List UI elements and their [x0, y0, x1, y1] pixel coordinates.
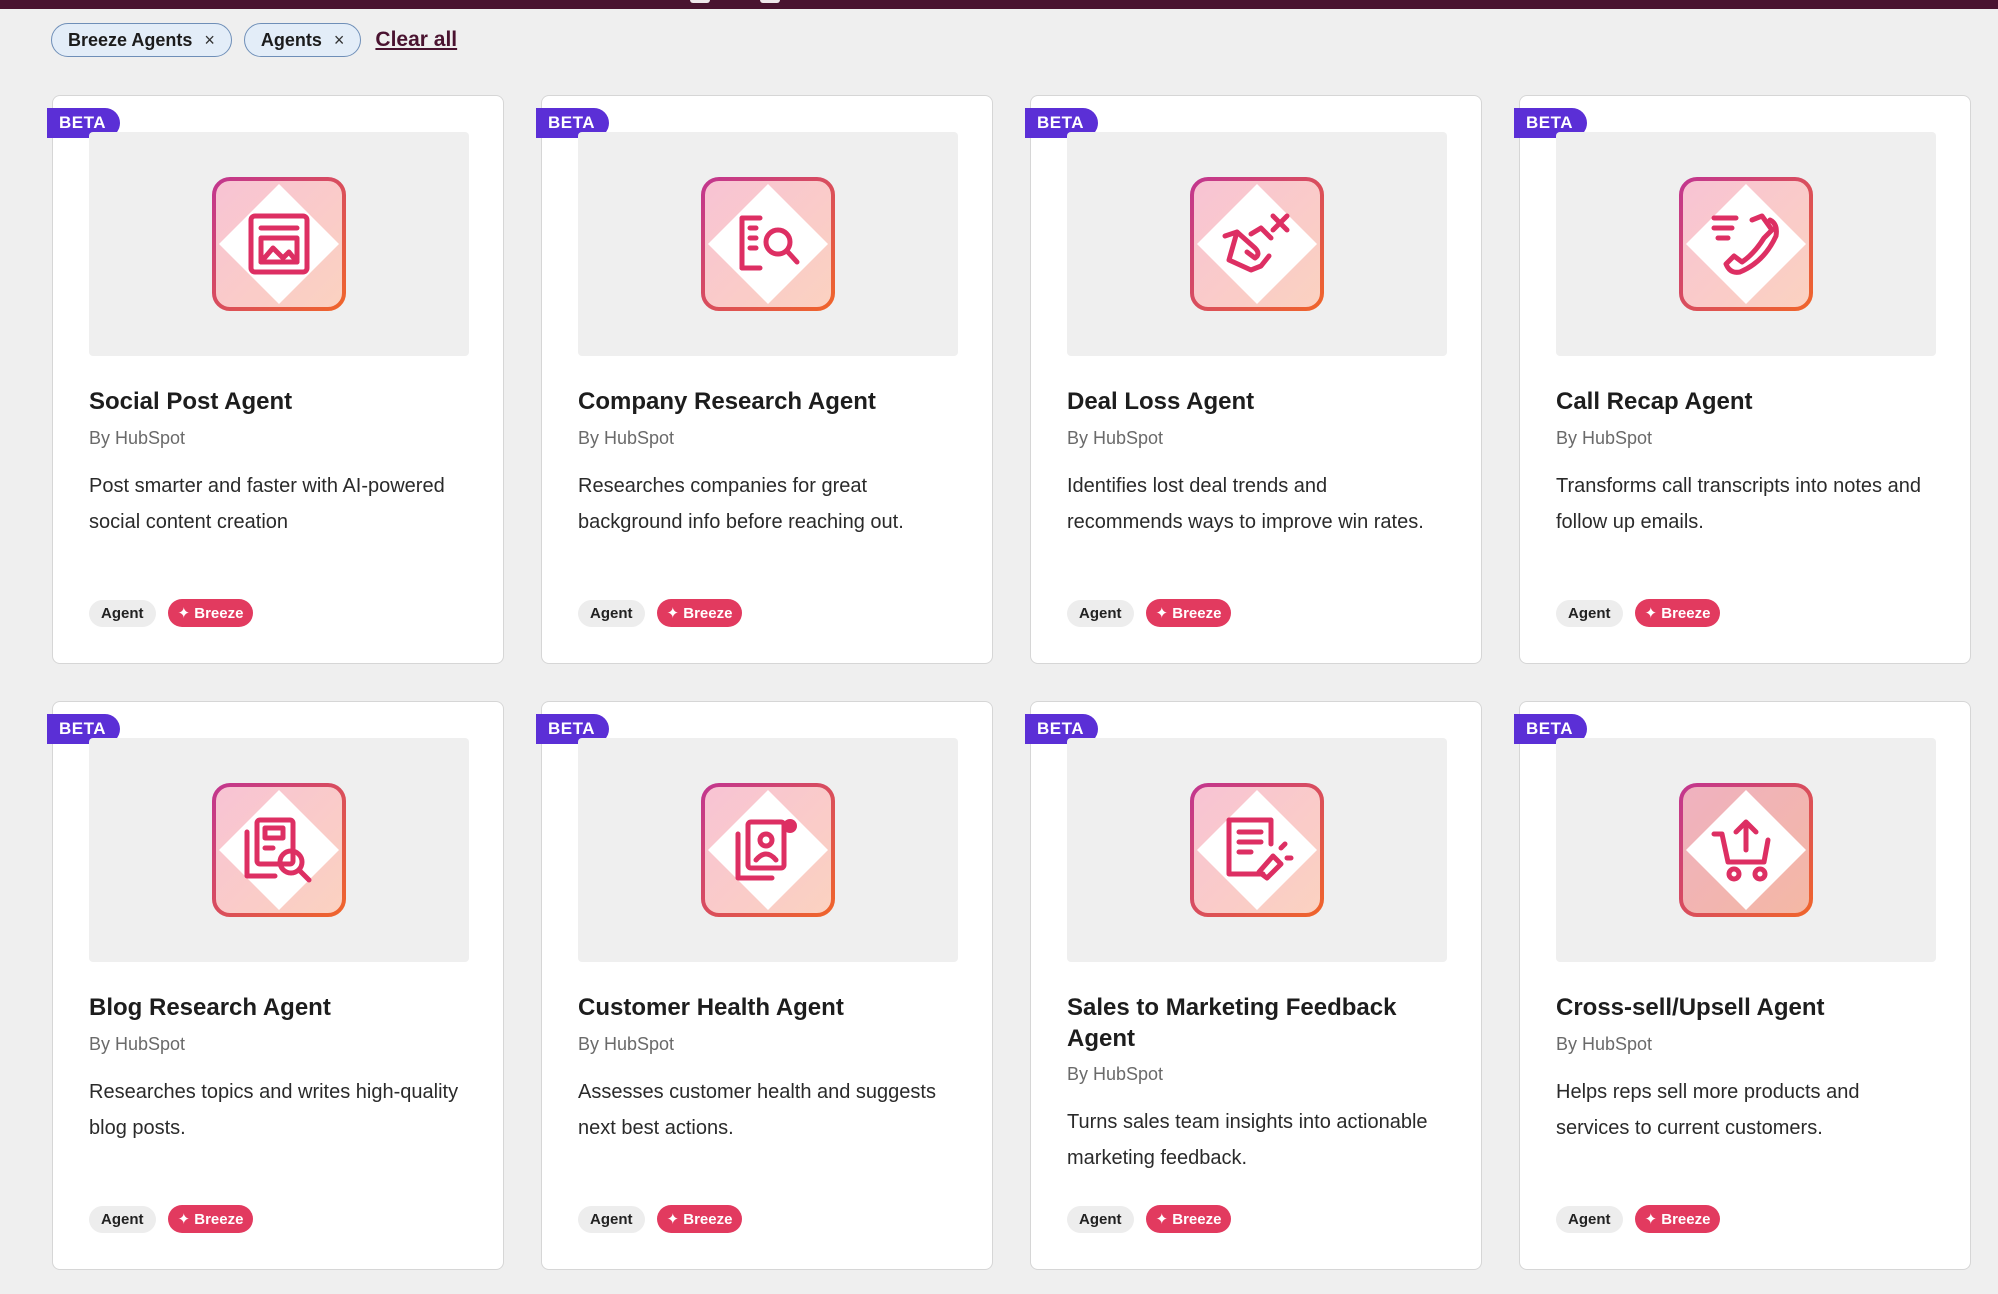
agent-title[interactable]: Cross-sell/Upsell Agent	[1556, 992, 1940, 1023]
agent-description: Turns sales team insights into actionabl…	[1067, 1111, 1428, 1169]
tag-breeze: ✦ Breeze	[1145, 599, 1232, 627]
agent-card-blog-research[interactable]: BETA Blog Research Agent By HubSpot Rese…	[47, 701, 504, 1270]
agent-tags: Agent ✦ Breeze	[578, 599, 743, 627]
tag-agent: Agent	[1556, 599, 1623, 627]
tag-breeze: ✦ Breeze	[656, 1205, 743, 1233]
agent-thumbnail	[1556, 738, 1936, 962]
tag-breeze: ✦ Breeze	[656, 599, 743, 627]
agent-card-call-recap[interactable]: BETA Call Recap Agent By HubSpot Transfo…	[1514, 95, 1971, 664]
agent-tags: Agent ✦ Breeze	[1556, 1205, 1721, 1233]
agent-tags: Agent ✦ Breeze	[1067, 1205, 1232, 1233]
agent-thumbnail	[1067, 738, 1447, 962]
tag-agent: Agent	[1067, 599, 1134, 627]
agent-author: By HubSpot	[1556, 428, 1653, 448]
filter-chip-breeze-agents[interactable]: Breeze Agents ×	[51, 23, 232, 57]
call-recap-phone-icon	[1679, 177, 1813, 311]
agent-title[interactable]: Sales to Marketing Feedback Agent	[1067, 992, 1451, 1054]
agent-author: By HubSpot	[1067, 428, 1164, 448]
agent-card-grid: BETA Social Post Agent By HubSpot Post s…	[47, 95, 1971, 1270]
agent-title[interactable]: Blog Research Agent	[89, 992, 473, 1023]
tag-breeze: ✦ Breeze	[1145, 1205, 1232, 1233]
filter-chip-agents[interactable]: Agents ×	[243, 23, 362, 57]
agent-tags: Agent ✦ Breeze	[89, 599, 254, 627]
agent-author: By HubSpot	[89, 428, 186, 448]
agent-title[interactable]: Call Recap Agent	[1556, 386, 1940, 417]
tag-breeze: ✦ Breeze	[1634, 599, 1721, 627]
remove-filter-icon[interactable]: ×	[204, 30, 215, 51]
agent-title[interactable]: Customer Health Agent	[578, 992, 962, 1023]
filter-bar: Breeze Agents × Agents × Clear all	[51, 22, 457, 58]
remove-filter-icon[interactable]: ×	[334, 30, 345, 51]
filter-chip-label: Agents	[260, 29, 322, 50]
cart-upsell-icon	[1679, 783, 1813, 917]
agent-card-sales-marketing-feedback[interactable]: BETA Sales to Marketing Feedback Agent B…	[1025, 701, 1482, 1270]
agent-thumbnail	[578, 738, 958, 962]
tag-agent: Agent	[1556, 1205, 1623, 1233]
top-nav-bar	[0, 0, 1998, 9]
agent-description: Helps reps sell more products and servic…	[1556, 1081, 1860, 1139]
nav-edge-mark	[760, 0, 780, 3]
agent-tags: Agent ✦ Breeze	[1556, 599, 1721, 627]
company-research-icon	[701, 177, 835, 311]
filter-chip-label: Breeze Agents	[68, 29, 193, 50]
agent-author: By HubSpot	[89, 1034, 186, 1054]
agent-card-social-post[interactable]: BETA Social Post Agent By HubSpot Post s…	[47, 95, 504, 664]
agent-card-cross-sell-upsell[interactable]: BETA Cross-sell/Upsell Agent By HubSpot …	[1514, 701, 1971, 1270]
social-post-icon	[212, 177, 346, 311]
tag-agent: Agent	[89, 599, 156, 627]
agent-description: Transforms call transcripts into notes a…	[1556, 475, 1921, 533]
agent-tags: Agent ✦ Breeze	[578, 1205, 743, 1233]
agent-card-deal-loss[interactable]: BETA Deal Loss Agent By HubSpot Identifi…	[1025, 95, 1482, 664]
agent-author: By HubSpot	[578, 428, 675, 448]
agent-card-customer-health[interactable]: BETA Customer Health Agent By HubSpot As…	[536, 701, 993, 1270]
agent-tags: Agent ✦ Breeze	[89, 1205, 254, 1233]
deal-loss-handshake-icon	[1190, 177, 1324, 311]
agent-author: By HubSpot	[1556, 1034, 1653, 1054]
tag-breeze: ✦ Breeze	[167, 1205, 254, 1233]
customer-health-icon	[701, 783, 835, 917]
agent-thumbnail	[1067, 132, 1447, 356]
agent-title[interactable]: Deal Loss Agent	[1067, 386, 1451, 417]
agent-author: By HubSpot	[1067, 1064, 1164, 1084]
blog-research-icon	[212, 783, 346, 917]
agent-description: Researches topics and writes high-qualit…	[89, 1081, 459, 1139]
agent-thumbnail	[578, 132, 958, 356]
agent-description: Identifies lost deal trends and recommen…	[1067, 475, 1424, 533]
agent-tags: Agent ✦ Breeze	[1067, 599, 1232, 627]
agent-title[interactable]: Social Post Agent	[89, 386, 473, 417]
sales-feedback-icon	[1190, 783, 1324, 917]
tag-agent: Agent	[1067, 1205, 1134, 1233]
tag-breeze: ✦ Breeze	[1634, 1205, 1721, 1233]
nav-edge-mark	[690, 0, 710, 3]
agent-thumbnail	[1556, 132, 1936, 356]
agent-thumbnail	[89, 738, 469, 962]
agent-author: By HubSpot	[578, 1034, 675, 1054]
agent-description: Post smarter and faster with AI-powered …	[89, 475, 445, 533]
agent-description: Assesses customer health and suggests ne…	[578, 1081, 936, 1139]
tag-breeze: ✦ Breeze	[167, 599, 254, 627]
tag-agent: Agent	[89, 1205, 156, 1233]
tag-agent: Agent	[578, 599, 645, 627]
clear-all-link[interactable]: Clear all	[375, 28, 457, 52]
agent-description: Researches companies for great backgroun…	[578, 475, 904, 533]
agent-thumbnail	[89, 132, 469, 356]
agent-card-company-research[interactable]: BETA Company Research Agent By HubSpot R…	[536, 95, 993, 664]
tag-agent: Agent	[578, 1205, 645, 1233]
agent-title[interactable]: Company Research Agent	[578, 386, 962, 417]
